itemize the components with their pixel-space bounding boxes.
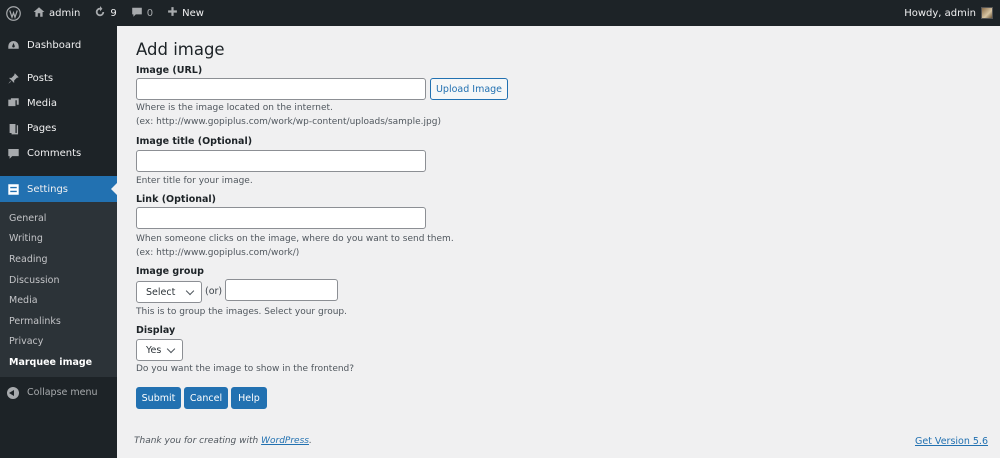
link-description: When someone clicks on the image, where … [136, 234, 454, 244]
footer-thanks: Thank you for creating with WordPress. [134, 436, 312, 446]
link-label: Link (Optional) [136, 194, 217, 205]
link-example: (ex: http://www.gopiplus.com/work/) [136, 248, 300, 258]
upload-image-button[interactable]: Upload Image [430, 78, 508, 100]
image-title-input[interactable] [136, 150, 426, 172]
chevron-down-icon [185, 286, 195, 296]
sidebar-item-dashboard[interactable]: Dashboard [0, 33, 117, 58]
display-selected: Yes [146, 344, 162, 356]
sidebar-item-label: Dashboard [27, 40, 82, 51]
or-label: (or) [205, 286, 223, 297]
image-url-input[interactable] [136, 78, 426, 100]
help-button[interactable]: Help [231, 387, 267, 409]
collapse-menu-label: Collapse menu [27, 387, 98, 399]
dashboard-icon [8, 40, 19, 49]
link-input[interactable] [136, 207, 426, 229]
updates-link[interactable]: 9 [87, 0, 123, 26]
settings-submenu: General Writing Reading Discussion Media… [0, 202, 117, 377]
avatar [981, 7, 993, 19]
comments-count: 0 [146, 7, 154, 19]
image-group-selected: Select [146, 286, 176, 298]
sidebar-item-label: Posts [27, 73, 54, 84]
site-name-label: admin [49, 7, 81, 19]
page-title: Add image [136, 40, 225, 59]
comment-icon [8, 148, 19, 159]
footer-thanks-prefix: Thank you for creating with [134, 436, 262, 446]
updates-icon [94, 5, 106, 21]
sidebar-item-pages[interactable]: Pages [0, 116, 117, 141]
display-description: Do you want the image to show in the fro… [136, 364, 355, 374]
greeting-label: Howdy, admin [904, 7, 976, 19]
submenu-item-permalinks[interactable]: Permalinks [0, 311, 117, 332]
get-version-link[interactable]: Get Version 5.6 [915, 436, 988, 447]
cancel-button[interactable]: Cancel [184, 387, 228, 409]
submenu-item-privacy[interactable]: Privacy [0, 332, 117, 353]
sidebar-item-label: Comments [27, 148, 82, 159]
submenu-item-reading[interactable]: Reading [0, 249, 117, 270]
settings-icon [8, 183, 19, 195]
image-title-description: Enter title for your image. [136, 176, 253, 186]
image-url-example: (ex: http://www.gopiplus.com/work/wp-con… [136, 117, 441, 127]
comment-icon [131, 6, 143, 21]
submit-button[interactable]: Submit [136, 387, 181, 409]
image-group-select[interactable]: Select [136, 281, 202, 303]
image-url-description: Where is the image located on the intern… [136, 103, 333, 113]
image-title-label: Image title (Optional) [136, 136, 253, 147]
sidebar-item-label: Settings [27, 183, 69, 195]
my-account-link[interactable]: Howdy, admin [897, 0, 1000, 26]
admin-sidebar: Dashboard Posts Media Pages Comments Set… [0, 26, 117, 458]
image-group-label: Image group [136, 266, 204, 277]
submenu-item-general[interactable]: General [0, 208, 117, 229]
updates-count: 9 [110, 7, 117, 19]
sidebar-item-posts[interactable]: Posts [0, 66, 117, 91]
collapse-arrow-icon [7, 386, 19, 399]
submenu-item-writing[interactable]: Writing [0, 229, 117, 250]
chevron-down-icon [166, 344, 176, 354]
sidebar-item-comments[interactable]: Comments [0, 141, 117, 166]
display-label: Display [136, 325, 176, 336]
new-content-link[interactable]: New [160, 0, 211, 26]
collapse-menu-button[interactable]: Collapse menu [0, 381, 117, 405]
wordpress-logo-icon[interactable] [0, 0, 26, 26]
sidebar-item-media[interactable]: Media [0, 91, 117, 116]
sidebar-item-label: Pages [27, 123, 57, 134]
site-name-link[interactable]: admin [26, 0, 87, 26]
submenu-item-discussion[interactable]: Discussion [0, 270, 117, 291]
image-group-description: This is to group the images. Select your… [136, 307, 347, 317]
image-group-input[interactable] [225, 279, 338, 301]
footer-thanks-suffix: . [308, 436, 312, 446]
admin-bar: admin 9 0 New Howdy, admin [0, 0, 1000, 26]
wordpress-link[interactable]: WordPress [261, 436, 309, 446]
new-label: New [182, 7, 204, 19]
submenu-item-media[interactable]: Media [0, 290, 117, 311]
sidebar-item-settings[interactable]: Settings [0, 176, 117, 202]
plus-icon [167, 6, 178, 20]
home-icon [33, 6, 45, 21]
media-icon [8, 98, 19, 107]
display-select[interactable]: Yes [136, 339, 183, 361]
pin-icon [8, 73, 19, 84]
comments-link[interactable]: 0 [124, 0, 160, 26]
pages-icon [9, 123, 19, 135]
submenu-item-marquee-image[interactable]: Marquee image [0, 352, 117, 373]
image-url-label: Image (URL) [136, 65, 203, 76]
sidebar-item-label: Media [27, 98, 58, 109]
